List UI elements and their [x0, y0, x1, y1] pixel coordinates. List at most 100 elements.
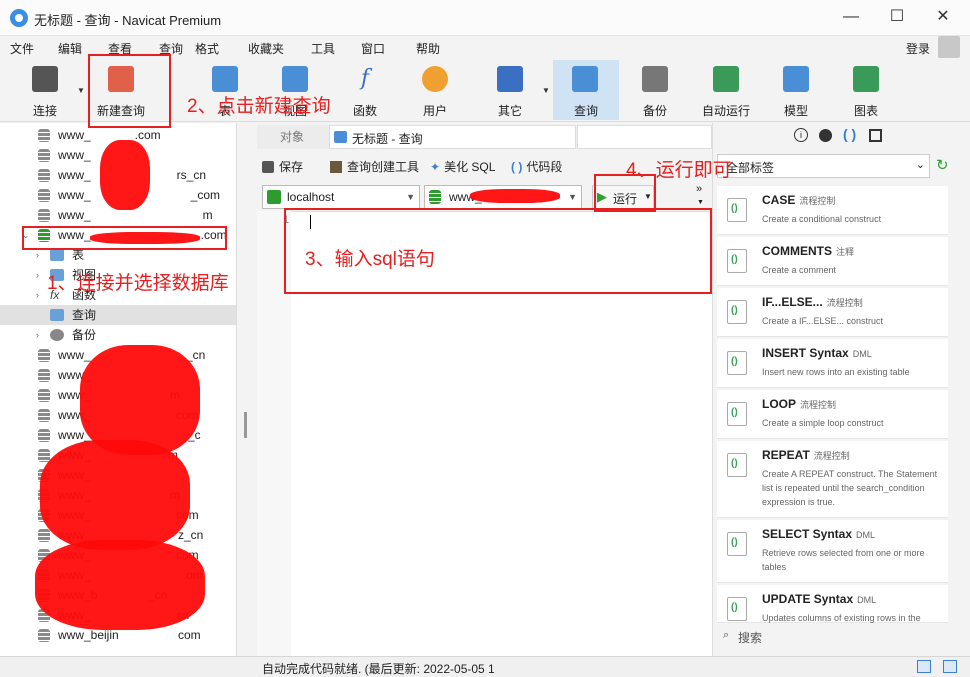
status-text: 自动完成代码就绪. (最后更新: 2022-05-05 1 — [262, 662, 495, 676]
chart-icon — [853, 66, 879, 92]
model-icon — [783, 66, 809, 92]
node-label: 查询 — [72, 308, 97, 322]
menu-format[interactable]: 格式 — [195, 40, 219, 57]
database-icon — [38, 369, 50, 382]
snippet-icon — [727, 249, 747, 273]
annotation-step1: 1、连接并选择数据库 — [47, 273, 229, 294]
backup-button[interactable]: 备份 — [623, 60, 687, 120]
snippet-title: SELECT Syntax DML — [762, 527, 876, 541]
function-button[interactable]: f 函数 — [333, 60, 397, 120]
snippet-search[interactable]: ⌕ 搜索 — [717, 624, 948, 648]
others-dropdown-icon[interactable]: ▼ — [542, 86, 550, 95]
snippet-tag: 注释 — [836, 247, 855, 257]
model-button[interactable]: 模型 — [764, 60, 828, 120]
snippet-card[interactable]: LOOP流程控制 Create a simple loop construct — [717, 390, 948, 439]
overflow-dropdown-icon[interactable]: ▼ — [697, 199, 704, 206]
auto-run-icon — [713, 66, 739, 92]
database-icon — [38, 529, 50, 542]
snippet-description: Create A REPEAT construct. The Statement… — [762, 469, 938, 507]
snippet-card[interactable]: UPDATE SyntaxDML Updates columns of exist… — [717, 585, 948, 623]
snippet-tag: 流程控制 — [799, 196, 836, 206]
layout-toggle-left-icon[interactable] — [917, 660, 931, 673]
collapsed-caret-icon[interactable]: › — [36, 265, 39, 285]
tree-node-backups[interactable]: › 备份 — [0, 325, 236, 345]
function-icon: f — [360, 66, 370, 91]
snippet-icon — [727, 300, 747, 324]
beautify-label: 美化 SQL — [444, 160, 496, 174]
maximize-button[interactable]: ☐ — [874, 0, 920, 34]
snippet-card[interactable]: IF...ELSE...流程控制 Create a IF...ELSE... co… — [717, 288, 948, 337]
tag-filter-select[interactable]: 全部标签 ⌄ — [717, 154, 930, 178]
tab-objects[interactable]: 对象 — [280, 125, 304, 149]
snippet-card[interactable]: INSERT SyntaxDML Insert new rows into an … — [717, 339, 948, 388]
snippet-title: IF...ELSE... 流程控制 — [762, 295, 863, 309]
snippet-card[interactable]: CASE流程控制 Create a conditional construct — [717, 186, 948, 235]
menu-tools[interactable]: 工具 — [311, 40, 335, 57]
query-icon — [572, 66, 598, 92]
layout-icon[interactable] — [869, 129, 882, 142]
query-icon — [334, 131, 347, 143]
snippet-title: INSERT Syntax DML — [762, 346, 872, 360]
menu-help[interactable]: 帮助 — [416, 40, 440, 57]
snippet-tag: 流程控制 — [800, 400, 837, 410]
snippet-title: COMMENTS 注释 — [762, 244, 855, 258]
redaction-scribble — [100, 140, 150, 210]
close-button[interactable]: ✕ — [920, 0, 966, 34]
auto-run-button[interactable]: 自动运行 — [694, 60, 758, 120]
beautify-sql-button[interactable]: ✦ 美化 SQL — [430, 158, 495, 175]
database-icon — [38, 349, 50, 362]
layout-toggle-right-icon[interactable] — [943, 660, 957, 673]
info-icon[interactable]: i — [794, 128, 808, 142]
avatar-icon[interactable] — [938, 36, 960, 58]
status-bar: 自动完成代码就绪. (最后更新: 2022-05-05 1 — [0, 656, 970, 677]
annotation-box-database — [22, 226, 227, 250]
snippet-description: Create a comment — [762, 265, 837, 275]
collapsed-caret-icon[interactable]: › — [36, 325, 39, 345]
view-icon — [282, 66, 308, 92]
connect-button[interactable]: 连接 — [13, 60, 77, 120]
tab-query[interactable]: 无标题 - 查询 — [329, 125, 576, 149]
builder-label: 查询创建工具 — [347, 160, 420, 174]
connection-icon — [267, 190, 281, 204]
query-button[interactable]: 查询 — [553, 60, 619, 120]
ddl-icon[interactable] — [819, 129, 832, 142]
snippet-card[interactable]: COMMENTS注释 Create a comment — [717, 237, 948, 286]
overflow-chevron-icon[interactable]: » — [696, 183, 702, 195]
table-icon — [212, 66, 238, 92]
menu-edit[interactable]: 编辑 — [58, 40, 82, 57]
menu-favorites[interactable]: 收藏夹 — [248, 40, 284, 57]
connect-dropdown-icon[interactable]: ▼ — [77, 86, 85, 95]
snippet-card[interactable]: SELECT SyntaxDML Retrieve rows selected f… — [717, 520, 948, 583]
collapsed-caret-icon[interactable]: › — [36, 285, 39, 305]
user-button[interactable]: 用户 — [403, 60, 467, 120]
snippet-tag: 流程控制 — [826, 298, 863, 308]
node-label: 备份 — [72, 328, 97, 342]
annotation-step2: 2、点击新建查询 — [187, 96, 331, 117]
tree-node-queries[interactable]: 查询 — [0, 305, 236, 325]
annotation-step4: 4、运行即可 — [626, 160, 732, 181]
refresh-icon[interactable]: ↻ — [936, 156, 949, 174]
search-icon: ⌕ — [723, 629, 730, 641]
chart-button[interactable]: 图表 — [834, 60, 898, 120]
query-builder-button[interactable]: 查询创建工具 — [330, 158, 419, 175]
chevron-down-icon: ▼ — [406, 192, 415, 202]
menu-file[interactable]: 文件 — [10, 40, 34, 57]
snippet-description: Create a IF...ELSE... construct — [762, 316, 884, 326]
snippet-card[interactable]: REPEAT流程控制 Create A REPEAT construct. The… — [717, 441, 948, 518]
tab-empty-area — [577, 125, 712, 149]
snippet-parentheses-icon[interactable]: ( ) — [843, 126, 856, 142]
tree-scrollbar[interactable] — [244, 412, 247, 438]
save-button[interactable]: 保存 — [262, 158, 303, 175]
tab-query-label: 无标题 - 查询 — [352, 132, 423, 146]
tag-filter-value: 全部标签 — [726, 161, 775, 175]
menu-window[interactable]: 窗口 — [361, 40, 385, 57]
snippet-description: Retrieve rows selected from one or more … — [762, 548, 925, 572]
others-button[interactable]: 其它 — [478, 60, 542, 120]
connection-select[interactable]: localhost ▼ — [262, 185, 420, 209]
login-link[interactable]: 登录 — [906, 40, 930, 57]
tools-icon — [497, 66, 523, 92]
code-snippet-button[interactable]: ( ) 代码段 — [511, 158, 562, 175]
others-label: 其它 — [497, 104, 522, 118]
snippet-description: Insert new rows into an existing table — [762, 367, 910, 377]
minimize-button[interactable]: — — [828, 0, 874, 34]
